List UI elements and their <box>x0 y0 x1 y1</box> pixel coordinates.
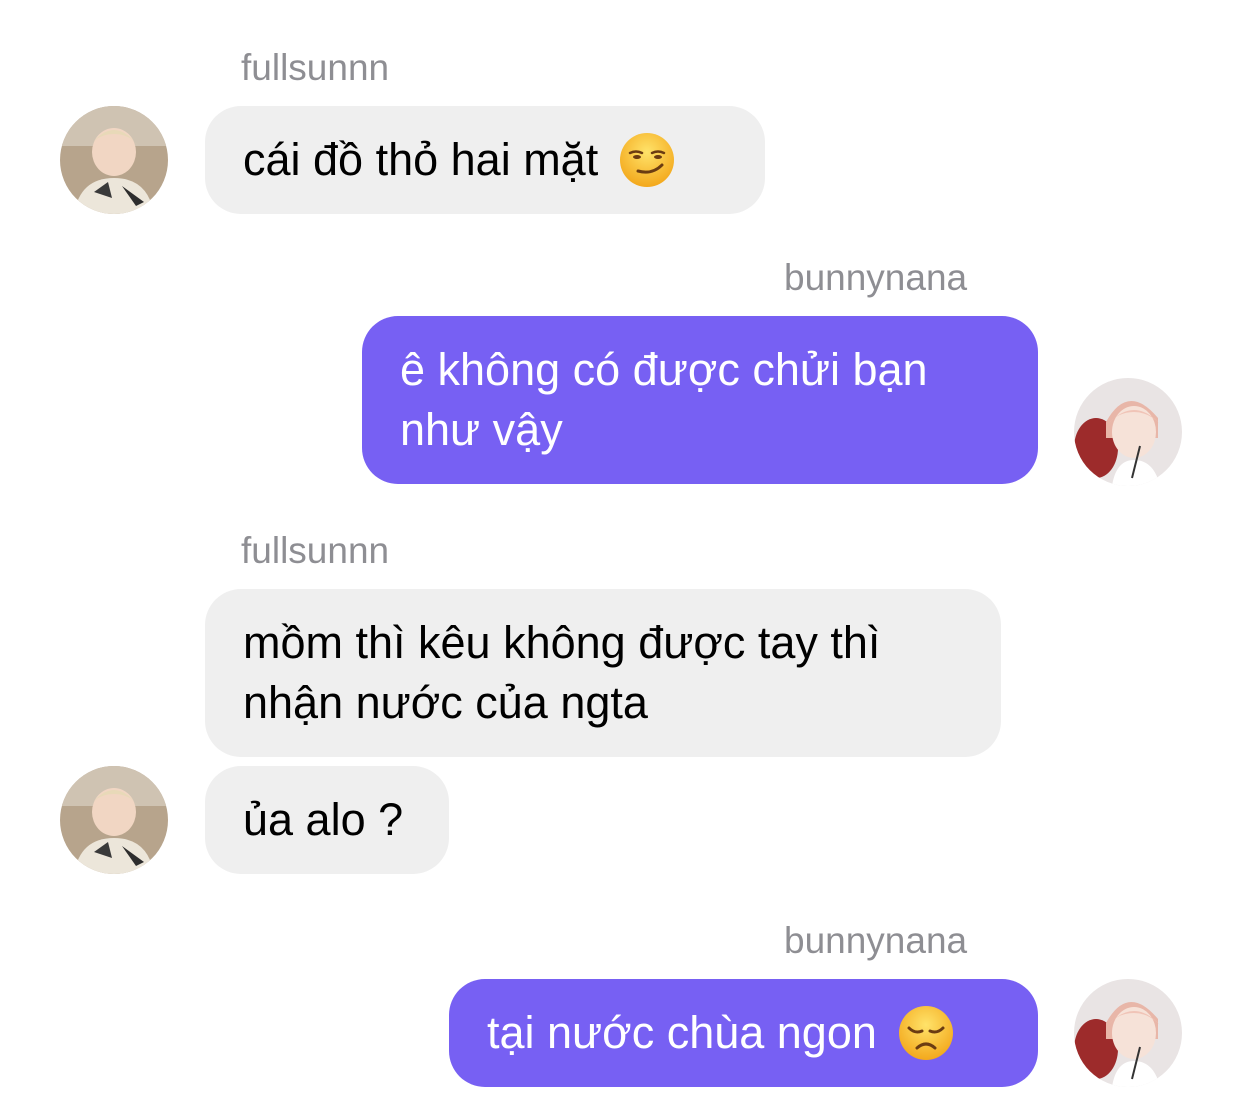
avatar-fullsunnn[interactable] <box>60 106 168 214</box>
sender-name: bunnynana <box>784 920 968 961</box>
message-bubble-incoming[interactable]: ủa alo ? <box>205 766 449 874</box>
message-text: tại nước chùa ngon <box>487 1007 877 1058</box>
message-text-line: mồm thì kêu không được tay thì <box>243 617 881 668</box>
message-text-line: ê không có được chửi bạn <box>400 344 928 395</box>
message-text-line: như vậy <box>400 404 563 455</box>
avatar-bunnynana[interactable] <box>1074 378 1182 486</box>
message-text: ủa alo ? <box>243 794 404 845</box>
avatar-photo-icon <box>60 106 168 214</box>
sender-name: fullsunnn <box>241 47 390 88</box>
message-bubble-incoming[interactable]: mồm thì kêu không được tay thì nhận nước… <box>205 589 1001 757</box>
sender-name: bunnynana <box>784 257 968 298</box>
avatar-bunnynana[interactable] <box>1074 979 1182 1087</box>
message-text-line: nhận nước của ngta <box>243 677 648 728</box>
avatar-photo-icon <box>60 766 168 874</box>
avatar-photo-icon <box>1074 378 1182 486</box>
message-text: cái đồ thỏ hai mặt <box>243 134 599 185</box>
smirking-face-icon <box>620 133 675 187</box>
message-bubble-outgoing[interactable]: ê không có được chửi bạn như vậy <box>362 316 1038 484</box>
sender-name: fullsunnn <box>241 530 390 571</box>
avatar-photo-icon <box>1074 979 1182 1087</box>
disappointed-face-icon <box>898 1006 953 1060</box>
avatar-fullsunnn[interactable] <box>60 766 168 874</box>
message-bubble-outgoing[interactable]: tại nước chùa ngon <box>449 979 1038 1087</box>
message-bubble-incoming[interactable]: cái đồ thỏ hai mặt <box>205 106 765 214</box>
